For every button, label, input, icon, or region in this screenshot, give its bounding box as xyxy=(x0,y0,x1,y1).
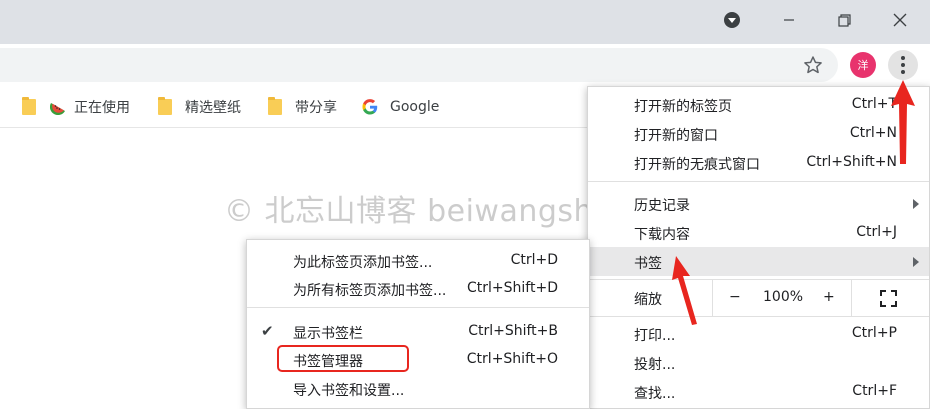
watermelon-icon xyxy=(50,103,65,115)
menu-item-new-incognito-window[interactable]: 打开新的无痕式窗口 Ctrl+Shift+N xyxy=(588,148,929,177)
menu-item-bookmarks[interactable]: 书签 xyxy=(588,247,929,276)
menu-item-label: 导入书签和设置... xyxy=(293,383,405,399)
minimize-button[interactable] xyxy=(766,0,812,40)
restore-button[interactable] xyxy=(821,0,867,40)
more-menu-icon xyxy=(901,56,905,60)
zoom-in-button[interactable]: + xyxy=(823,289,835,305)
bookmark-label: 精选壁纸 xyxy=(185,100,241,116)
bookmark-star-button[interactable] xyxy=(800,52,826,78)
close-window-button[interactable] xyxy=(877,0,923,40)
menu-item-shortcut: Ctrl+D xyxy=(510,252,558,268)
restore-icon xyxy=(837,13,851,27)
menu-item-history[interactable]: 历史记录 xyxy=(588,189,929,218)
submenu-item-import-bookmarks[interactable]: 导入书签和设置... xyxy=(247,374,589,403)
submenu-item-bookmark-all-tabs[interactable]: 为所有标签页添加书签... Ctrl+Shift+D xyxy=(247,274,589,303)
more-menu-button[interactable] xyxy=(888,50,918,80)
annotation-highlight-box xyxy=(277,345,409,372)
zoom-out-button[interactable]: − xyxy=(729,289,741,305)
menu-item-label: 查找... xyxy=(634,386,676,402)
menu-item-shortcut: Ctrl+Shift+B xyxy=(468,323,558,339)
star-icon xyxy=(804,56,822,74)
menu-item-new-window[interactable]: 打开新的窗口 Ctrl+N xyxy=(588,119,929,148)
menu-item-shortcut: Ctrl+Shift+N xyxy=(806,154,897,170)
menu-item-cast[interactable]: 投射... xyxy=(588,348,929,377)
zoom-controls: − 100% + xyxy=(712,280,852,316)
menu-item-downloads[interactable]: 下载内容 Ctrl+J xyxy=(588,218,929,247)
chrome-main-menu: 打开新的标签页 Ctrl+T 打开新的窗口 Ctrl+N 打开新的无痕式窗口 C… xyxy=(587,86,930,409)
tab-search-icon xyxy=(724,12,740,28)
menu-item-label: 下载内容 xyxy=(634,227,690,243)
bookmark-label: Google xyxy=(390,99,440,115)
menu-item-find[interactable]: 查找... Ctrl+F xyxy=(588,377,929,406)
menu-item-shortcut: Ctrl+Shift+O xyxy=(466,351,558,367)
annotation-arrow-icon xyxy=(672,256,697,325)
menu-item-label: 打开新的标签页 xyxy=(634,99,732,115)
menu-item-shortcut: Ctrl+F xyxy=(852,383,897,399)
bookmark-google[interactable]: Google xyxy=(362,96,439,118)
submenu-arrow-icon xyxy=(913,257,919,267)
menu-item-shortcut: Ctrl+P xyxy=(851,325,897,341)
bookmarks-submenu: 为此标签页添加书签... Ctrl+D 为所有标签页添加书签... Ctrl+S… xyxy=(246,239,590,409)
menu-item-new-tab[interactable]: 打开新的标签页 Ctrl+T xyxy=(588,90,929,119)
close-icon xyxy=(893,13,907,27)
bookmark-folder-1[interactable] xyxy=(22,96,44,118)
submenu-arrow-icon xyxy=(913,199,919,209)
submenu-item-bookmark-this-tab[interactable]: 为此标签页添加书签... Ctrl+D xyxy=(247,246,589,275)
annotation-arrow-icon xyxy=(891,80,915,164)
menu-item-label: 显示书签栏 xyxy=(293,326,363,342)
menu-item-shortcut: Ctrl+J xyxy=(856,224,897,240)
menu-separator xyxy=(588,181,929,182)
more-menu-dot xyxy=(901,63,905,67)
folder-icon xyxy=(158,97,172,115)
title-bar xyxy=(0,0,930,44)
minimize-icon xyxy=(784,19,794,21)
menu-item-label: 打印... xyxy=(634,328,676,344)
zoom-value: 100% xyxy=(763,289,804,305)
profile-avatar[interactable]: 洋 xyxy=(850,52,876,78)
google-icon xyxy=(362,99,378,115)
menu-item-label: 历史记录 xyxy=(634,198,690,214)
menu-separator xyxy=(247,307,589,308)
zoom-row: 缩放 − 100% + xyxy=(588,280,929,316)
folder-icon xyxy=(268,97,282,115)
zoom-label: 缩放 xyxy=(634,292,662,308)
more-menu-dot xyxy=(901,70,905,74)
menu-item-label: 打开新的窗口 xyxy=(634,128,718,144)
menu-item-label: 为所有标签页添加书签... xyxy=(293,283,447,299)
fullscreen-icon[interactable] xyxy=(880,290,897,307)
menu-item-label: 打开新的无痕式窗口 xyxy=(634,157,760,173)
browser-window: 洋 正在使用 精选壁纸 带分享 Google © 北忘山博客 beiwangsh… xyxy=(0,0,930,409)
menu-item-label: 为此标签页添加书签... xyxy=(293,255,433,271)
submenu-item-show-bookmarks-bar[interactable]: ✔ 显示书签栏 Ctrl+Shift+B xyxy=(247,317,589,346)
address-bar[interactable] xyxy=(0,48,838,82)
bookmark-folder-wallpapers[interactable]: 精选壁纸 xyxy=(158,96,241,118)
bookmark-label: 正在使用 xyxy=(74,100,130,116)
bookmark-folder-share[interactable]: 带分享 xyxy=(268,96,337,118)
folder-icon xyxy=(22,97,36,115)
menu-item-shortcut: Ctrl+Shift+D xyxy=(467,280,558,296)
menu-item-label: 投射... xyxy=(634,357,676,373)
bookmark-label: 带分享 xyxy=(295,100,337,116)
tab-search-button[interactable] xyxy=(709,0,755,40)
bookmark-folder-in-use[interactable]: 正在使用 xyxy=(50,96,130,118)
toolbar: 洋 xyxy=(0,44,930,86)
checkmark-icon: ✔ xyxy=(261,322,274,340)
menu-item-label: 书签 xyxy=(634,256,662,272)
menu-separator xyxy=(588,316,929,317)
menu-item-print[interactable]: 打印... Ctrl+P xyxy=(588,319,929,348)
